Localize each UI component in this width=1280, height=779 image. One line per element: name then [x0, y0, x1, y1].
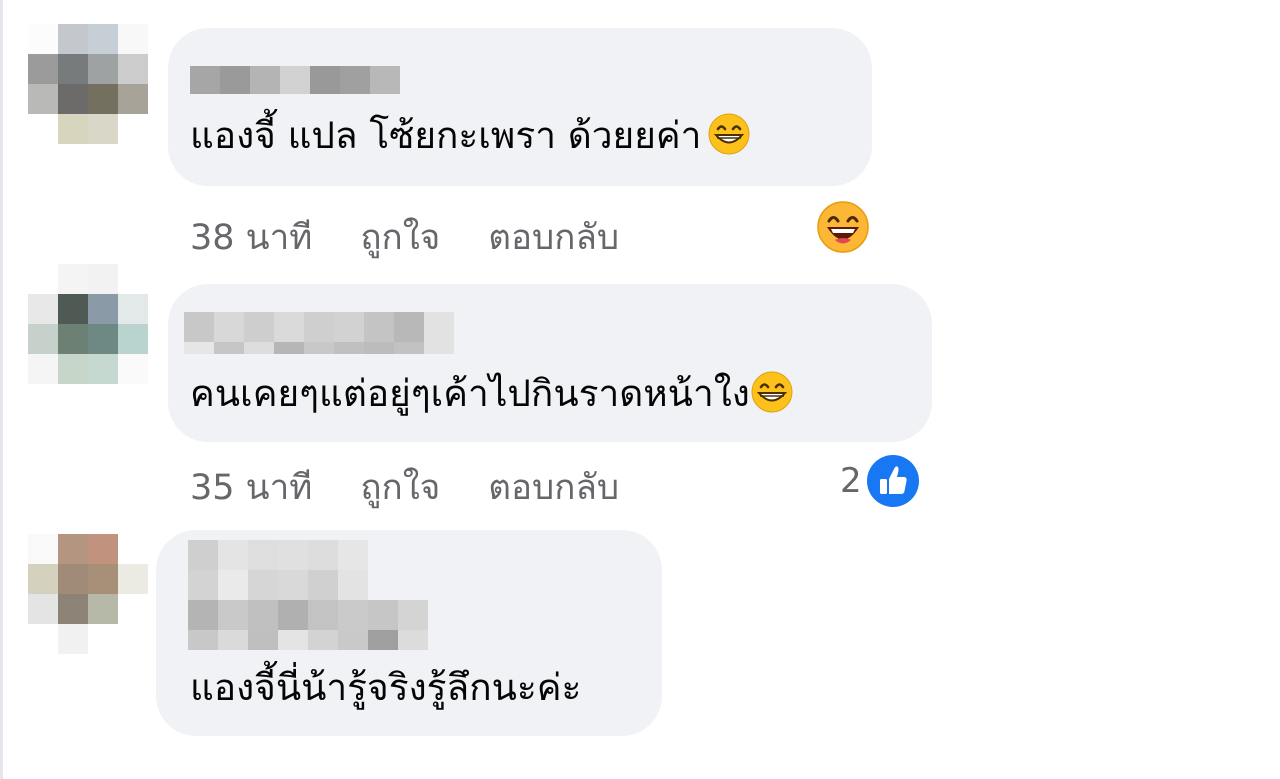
comments-panel: ู แองจี้ แปล โซ้ยกะเพรา ด้วยยค่า 38 นาที [0, 0, 1280, 779]
avatar[interactable] [28, 534, 148, 654]
comment-text: แองจี้ แปล โซ้ยกะเพรา ด้วยยค่า [190, 112, 751, 160]
comment-actions: 38 นาที ถูกใจ ตอบกลับ [190, 210, 619, 265]
comment-text: แองจี้นี่น้ารู้จริงรู้ลึกนะค่ะ [190, 666, 582, 709]
comment-actions: 35 นาที ถูกใจ ตอบกลับ [190, 460, 619, 515]
comment-bubble: แองจี้นี่น้ารู้จริงรู้ลึกนะค่ะ [156, 530, 662, 736]
previous-comment-fragment: ู [360, 0, 390, 10]
reaction-count: 2 [840, 461, 862, 501]
commenter-name-blurred[interactable] [188, 540, 428, 600]
commenter-name-blurred[interactable] [190, 66, 400, 94]
commenter-name-blurred [188, 600, 428, 650]
grinning-smile-icon [751, 371, 793, 413]
commenter-name-blurred[interactable] [184, 312, 454, 354]
like-thumbs-up-icon [866, 455, 919, 507]
avatar[interactable] [28, 24, 148, 144]
comment-bubble: แองจี้ แปล โซ้ยกะเพรา ด้วยยค่า [168, 28, 872, 186]
panel-divider [0, 0, 3, 779]
comment-bubble: คนเคยๆแต่อยู่ๆเค้าไปกินราดหน้าใง [168, 284, 932, 442]
like-button[interactable]: ถูกใจ [360, 460, 440, 515]
reaction-summary[interactable]: 2 [840, 454, 920, 508]
like-button[interactable]: ถูกใจ [360, 210, 440, 265]
laughing-face-icon [817, 201, 869, 253]
reply-button[interactable]: ตอบกลับ [488, 460, 619, 515]
comment-timestamp[interactable]: 38 นาที [190, 210, 312, 265]
comment-timestamp[interactable]: 35 นาที [190, 460, 312, 515]
reaction-summary[interactable] [816, 200, 870, 254]
reply-button[interactable]: ตอบกลับ [488, 210, 619, 265]
comment-text: คนเคยๆแต่อยู่ๆเค้าไปกินราดหน้าใง [190, 370, 794, 418]
grinning-smile-icon [708, 113, 750, 155]
avatar[interactable] [28, 264, 148, 384]
